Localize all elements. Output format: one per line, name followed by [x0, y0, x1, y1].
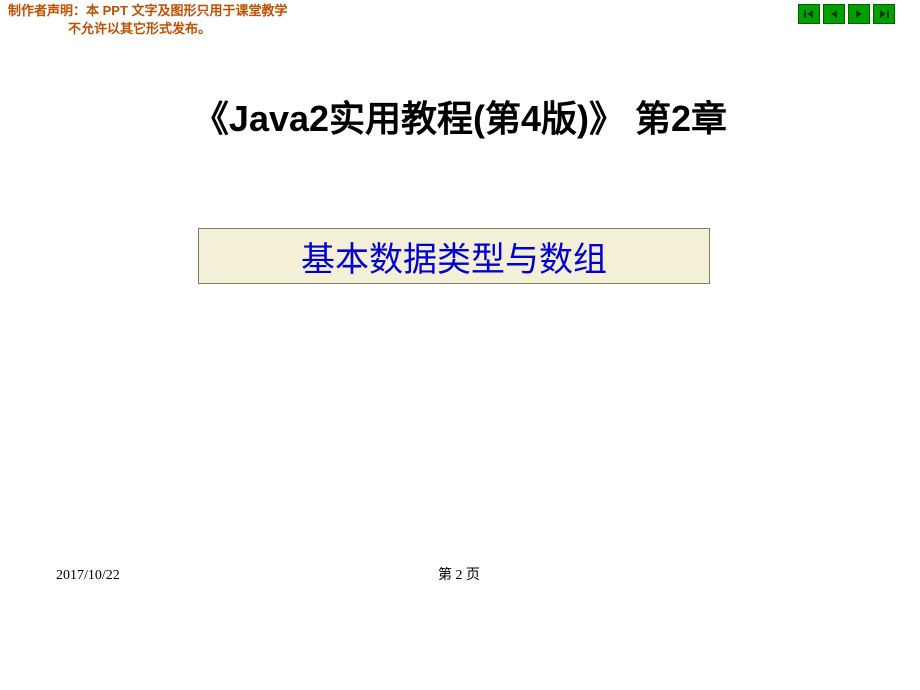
- subtitle-box: 基本数据类型与数组: [198, 228, 710, 284]
- prev-page-icon: [828, 8, 840, 20]
- disclaimer: 制作者声明：本 PPT 文字及图形只用于课堂教学 不允许以其它形式发布。: [0, 0, 288, 38]
- next-page-button[interactable]: [848, 4, 870, 24]
- first-page-icon: [803, 8, 815, 20]
- first-page-button[interactable]: [798, 4, 820, 24]
- nav-buttons: [798, 0, 920, 24]
- disclaimer-line1: 制作者声明：本 PPT 文字及图形只用于课堂教学: [8, 2, 288, 20]
- subtitle: 基本数据类型与数组: [301, 232, 607, 281]
- page-title: 《Java2实用教程(第4版)》 第2章: [0, 90, 920, 142]
- last-page-icon: [878, 8, 890, 20]
- footer-date: 2017/10/22: [56, 568, 120, 584]
- disclaimer-line2: 不允许以其它形式发布。: [8, 20, 288, 38]
- footer-page: 第 2 页: [438, 564, 480, 584]
- next-page-icon: [853, 8, 865, 20]
- top-bar: 制作者声明：本 PPT 文字及图形只用于课堂教学 不允许以其它形式发布。: [0, 0, 920, 36]
- last-page-button[interactable]: [873, 4, 895, 24]
- prev-page-button[interactable]: [823, 4, 845, 24]
